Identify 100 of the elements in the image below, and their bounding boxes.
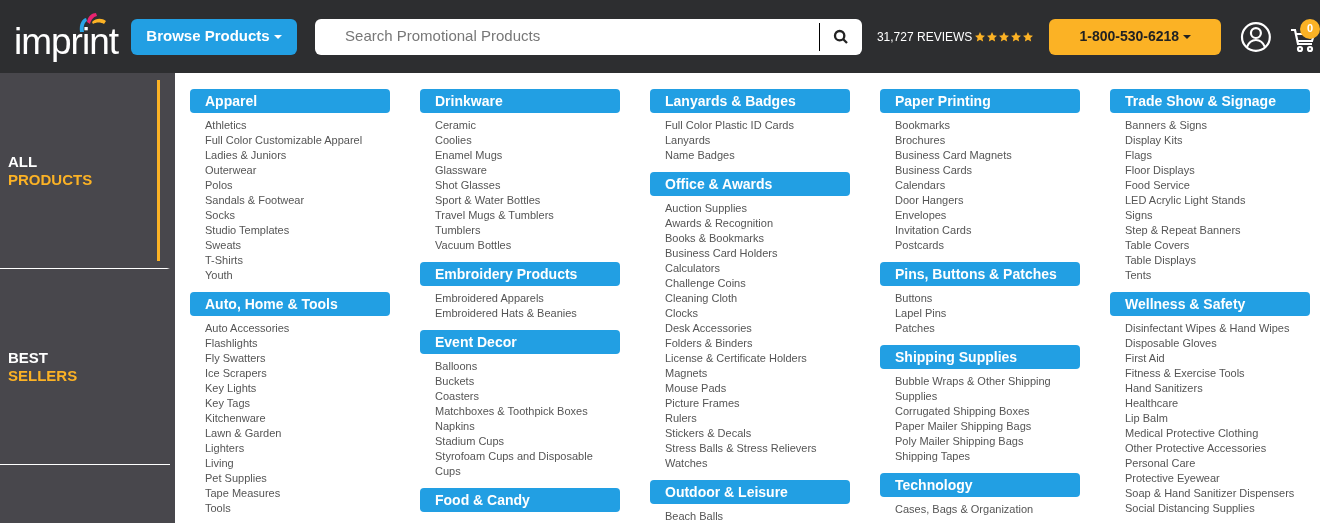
category-link[interactable]: Hand Sanitizers bbox=[1125, 381, 1310, 396]
category-link[interactable]: Full Color Plastic ID Cards bbox=[665, 118, 850, 133]
category-link[interactable]: Lapel Pins bbox=[895, 306, 1080, 321]
category-link[interactable]: Tools bbox=[205, 501, 390, 516]
category-link[interactable]: Styrofoam Cups and Disposable Cups bbox=[435, 449, 620, 479]
category-link[interactable]: Tents bbox=[1125, 268, 1310, 283]
category-link[interactable]: Embroidered Apparels bbox=[435, 291, 620, 306]
category-link[interactable]: Healthcare bbox=[1125, 396, 1310, 411]
category-link[interactable]: Patches bbox=[895, 321, 1080, 336]
logo-text[interactable]: imprint bbox=[14, 21, 119, 62]
category-link[interactable]: Lip Balm bbox=[1125, 411, 1310, 426]
category-link[interactable]: Auto Accessories bbox=[205, 321, 390, 336]
category-link[interactable]: Disinfectant Wipes & Hand Wipes bbox=[1125, 321, 1310, 336]
category-link[interactable]: Business Card Magnets bbox=[895, 148, 1080, 163]
category-link[interactable]: Cleaning Cloth bbox=[665, 291, 850, 306]
category-link[interactable]: Folders & Binders bbox=[665, 336, 850, 351]
category-link[interactable]: Vacuum Bottles bbox=[435, 238, 620, 253]
category-link[interactable]: Tumblers bbox=[435, 223, 620, 238]
category-link[interactable]: T-Shirts bbox=[205, 253, 390, 268]
category-link[interactable]: Protective Eyewear bbox=[1125, 471, 1310, 486]
user-icon[interactable] bbox=[1240, 20, 1273, 53]
category-link[interactable]: Display Kits bbox=[1125, 133, 1310, 148]
category-link[interactable]: Paper Mailer Shipping Bags bbox=[895, 419, 1080, 434]
category-link[interactable]: Glassware bbox=[435, 163, 620, 178]
category-link[interactable]: Pet Supplies bbox=[205, 471, 390, 486]
category-link[interactable]: Sport & Water Bottles bbox=[435, 193, 620, 208]
category-link[interactable]: Picture Frames bbox=[665, 396, 850, 411]
category-link[interactable]: Books & Bookmarks bbox=[665, 231, 850, 246]
category-link[interactable]: Soap & Hand Sanitizer Dispensers bbox=[1125, 486, 1310, 501]
category-link[interactable]: Social Distancing Supplies bbox=[1125, 501, 1310, 516]
category-link[interactable]: Balloons bbox=[435, 359, 620, 374]
category-link[interactable]: Magnets bbox=[665, 366, 850, 381]
category-link[interactable]: LED Acrylic Light Stands bbox=[1125, 193, 1310, 208]
category-link[interactable]: Signs bbox=[1125, 208, 1310, 223]
category-link[interactable]: Step & Repeat Banners bbox=[1125, 223, 1310, 238]
category-link[interactable]: Coasters bbox=[435, 389, 620, 404]
category-link[interactable]: Ice Scrapers bbox=[205, 366, 390, 381]
phone-button[interactable]: 1-800-530-6218 bbox=[1049, 18, 1222, 55]
category-link[interactable]: Door Hangers bbox=[895, 193, 1080, 208]
sidebar-tab[interactable]: BEST SELLERS bbox=[0, 269, 170, 465]
category-link[interactable]: Shot Glasses bbox=[435, 178, 620, 193]
category-link[interactable]: Stress Balls & Stress Relievers bbox=[665, 441, 850, 456]
category-link[interactable]: Flags bbox=[1125, 148, 1310, 163]
category-link[interactable]: Awards & Recognition bbox=[665, 216, 850, 231]
category-link[interactable]: Polos bbox=[205, 178, 390, 193]
category-link[interactable]: Beach Balls bbox=[665, 509, 850, 523]
search-bar[interactable]: Search Promotional Products bbox=[315, 18, 862, 55]
search-icon[interactable] bbox=[832, 28, 849, 45]
category-link[interactable]: Tape Measures bbox=[205, 486, 390, 501]
category-link[interactable]: Buckets bbox=[435, 374, 620, 389]
category-link[interactable]: Mouse Pads bbox=[665, 381, 850, 396]
category-link[interactable]: Coolies bbox=[435, 133, 620, 148]
category-link[interactable]: Food Service bbox=[1125, 178, 1310, 193]
category-link[interactable]: Sandals & Footwear bbox=[205, 193, 390, 208]
category-link[interactable]: Brochures bbox=[895, 133, 1080, 148]
category-link[interactable]: Fly Swatters bbox=[205, 351, 390, 366]
category-link[interactable]: Athletics bbox=[205, 118, 390, 133]
category-link[interactable]: Watches bbox=[665, 456, 850, 471]
category-link[interactable]: Travel Mugs & Tumblers bbox=[435, 208, 620, 223]
category-link[interactable]: Full Color Customizable Apparel bbox=[205, 133, 390, 148]
category-link[interactable]: Enamel Mugs bbox=[435, 148, 620, 163]
category-link[interactable]: Studio Templates bbox=[205, 223, 390, 238]
search-input[interactable]: Search Promotional Products bbox=[315, 25, 819, 48]
category-link[interactable]: Medical Protective Clothing bbox=[1125, 426, 1310, 441]
category-link[interactable]: Bookmarks bbox=[895, 118, 1080, 133]
category-link[interactable]: Ceramic bbox=[435, 118, 620, 133]
category-link[interactable]: Calendars bbox=[895, 178, 1080, 193]
category-link[interactable]: Youth bbox=[205, 268, 390, 283]
reviews-count[interactable]: 31,727 REVIEWS bbox=[876, 27, 973, 46]
category-link[interactable]: Auction Supplies bbox=[665, 201, 850, 216]
category-link[interactable]: Matchboxes & Toothpick Boxes bbox=[435, 404, 620, 419]
category-link[interactable]: Invitation Cards bbox=[895, 223, 1080, 238]
category-link[interactable]: Rulers bbox=[665, 411, 850, 426]
category-link[interactable]: Key Lights bbox=[205, 381, 390, 396]
category-link[interactable]: Poly Mailer Shipping Bags bbox=[895, 434, 1080, 449]
category-link[interactable]: Stickers & Decals bbox=[665, 426, 850, 441]
category-link[interactable]: Cases, Bags & Organization bbox=[895, 502, 1080, 517]
category-link[interactable]: Banners & Signs bbox=[1125, 118, 1310, 133]
category-link[interactable]: Stadium Cups bbox=[435, 434, 620, 449]
category-link[interactable]: First Aid bbox=[1125, 351, 1310, 366]
category-link[interactable]: Embroidered Hats & Beanies bbox=[435, 306, 620, 321]
category-link[interactable]: Buttons bbox=[895, 291, 1080, 306]
category-link[interactable]: Fitness & Exercise Tools bbox=[1125, 366, 1310, 381]
cart-icon[interactable] bbox=[1290, 26, 1317, 53]
category-link[interactable]: Shipping Tapes bbox=[895, 449, 1080, 464]
category-link[interactable]: Table Covers bbox=[1125, 238, 1310, 253]
category-link[interactable]: Calculators bbox=[665, 261, 850, 276]
category-link[interactable]: Socks bbox=[205, 208, 390, 223]
category-link[interactable]: Lanyards bbox=[665, 133, 850, 148]
category-link[interactable]: License & Certificate Holders bbox=[665, 351, 850, 366]
category-link[interactable]: Outerwear bbox=[205, 163, 390, 178]
category-link[interactable]: Business Cards bbox=[895, 163, 1080, 178]
category-link[interactable]: Ladies & Juniors bbox=[205, 148, 390, 163]
category-link[interactable]: Lighters bbox=[205, 441, 390, 456]
category-link[interactable]: Disposable Gloves bbox=[1125, 336, 1310, 351]
category-link[interactable]: Corrugated Shipping Boxes bbox=[895, 404, 1080, 419]
category-link[interactable]: Floor Displays bbox=[1125, 163, 1310, 178]
category-link[interactable]: Table Displays bbox=[1125, 253, 1310, 268]
category-link[interactable]: Other Protective Accessories bbox=[1125, 441, 1310, 456]
category-link[interactable]: Napkins bbox=[435, 419, 620, 434]
